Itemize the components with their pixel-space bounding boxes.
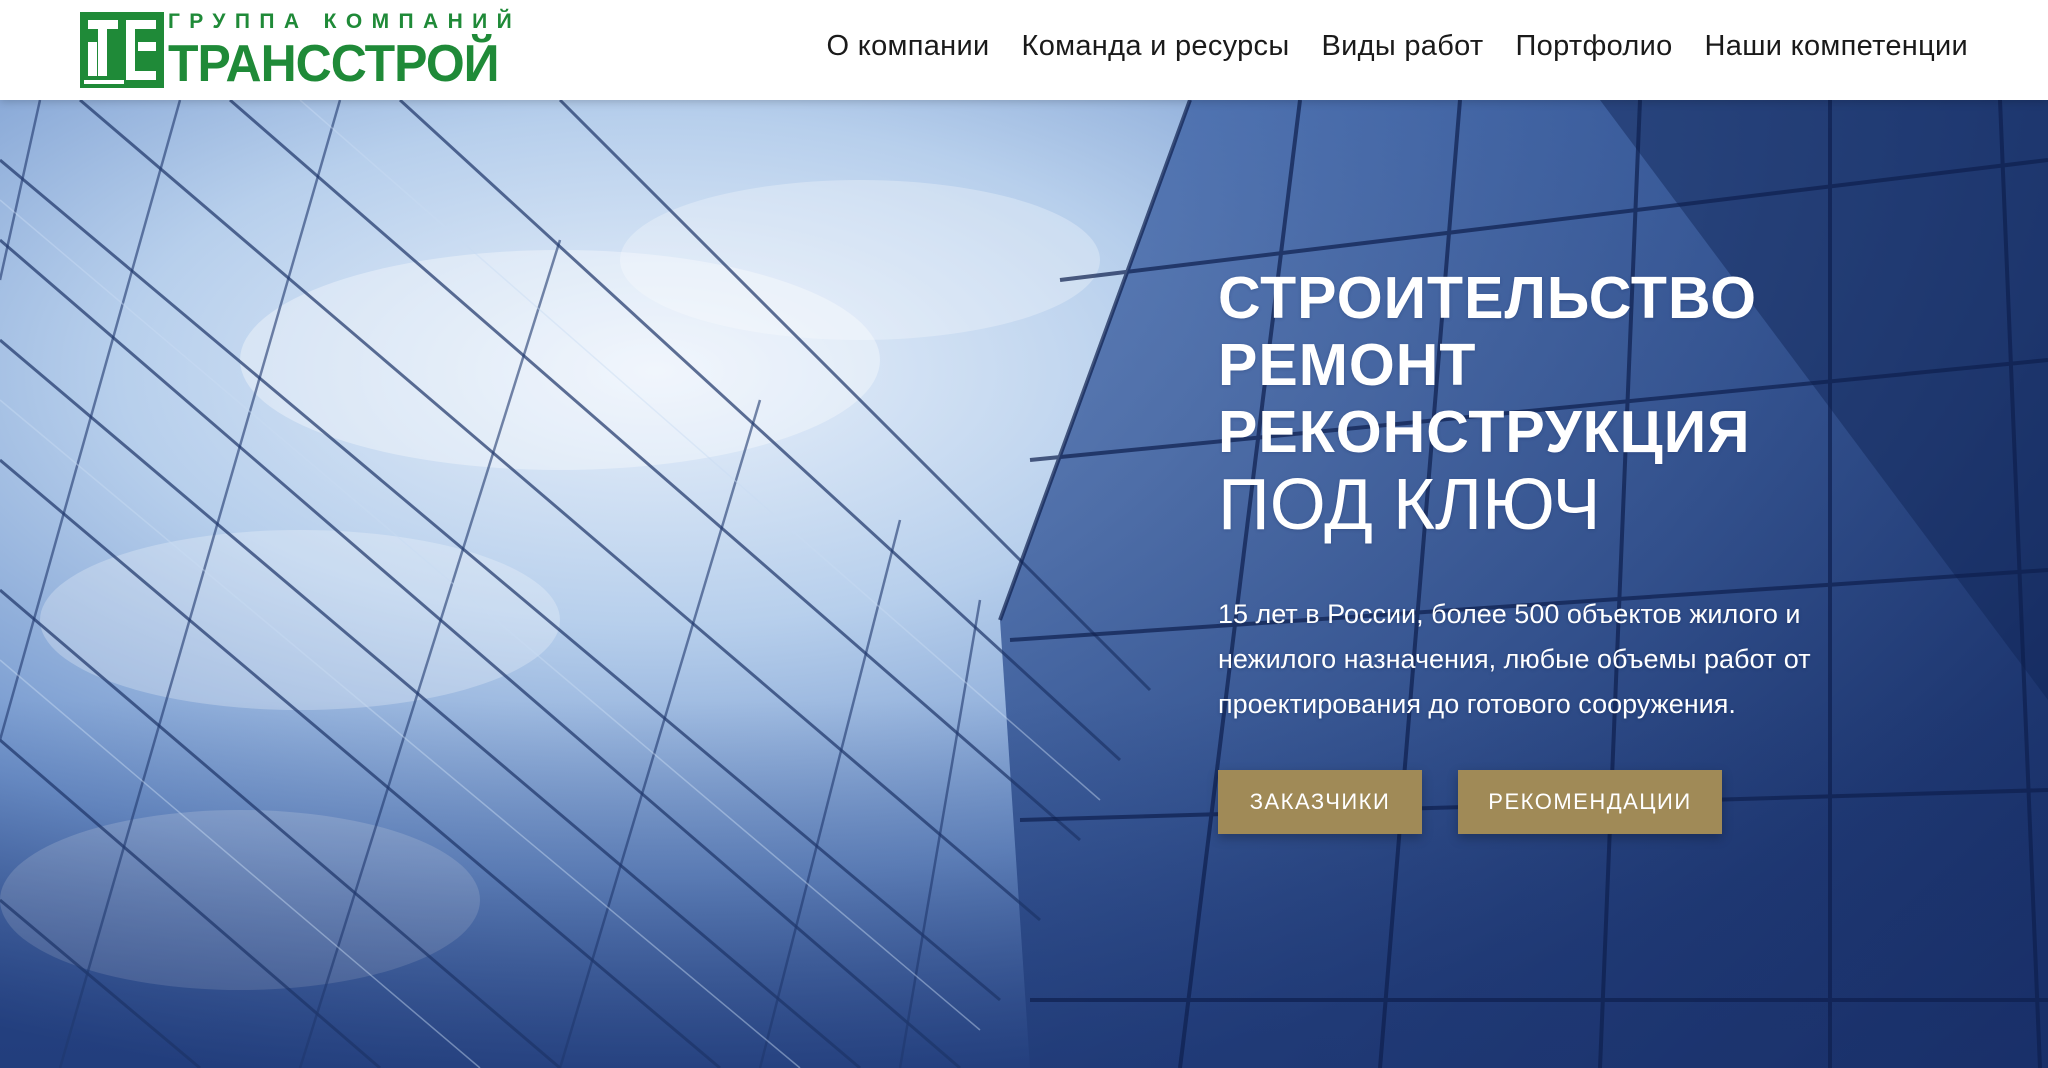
main-nav: О компании Команда и ресурсы Виды работ … xyxy=(827,0,1968,92)
hero-headline-line-1: СТРОИТЕЛЬСТВО xyxy=(1218,265,1757,331)
hero-headline-line-2: РЕМОНТ xyxy=(1218,332,1477,398)
customers-button[interactable]: ЗАКАЗЧИКИ xyxy=(1218,770,1422,834)
hero-description: 15 лет в России, более 500 объектов жило… xyxy=(1218,599,1811,719)
hero-buttons: ЗАКАЗЧИКИ РЕКОМЕНДАЦИИ xyxy=(1218,770,1722,834)
hero-text-block: СТРОИТЕЛЬСТВО РЕМОНТ РЕКОНСТРУКЦИЯ ПОД К… xyxy=(1218,265,1918,754)
logo-mark-icon xyxy=(80,12,164,88)
logo[interactable]: ГРУППА КОМПАНИЙ ТРАНССТРОЙ xyxy=(80,8,512,90)
nav-link-portfolio[interactable]: Портфолио xyxy=(1516,30,1673,63)
site-header: ГРУППА КОМПАНИЙ ТРАНССТРОЙ О компании Ко… xyxy=(0,0,2048,100)
nav-link-services[interactable]: Виды работ xyxy=(1321,30,1483,63)
hero-headline-turnkey: ПОД КЛЮЧ xyxy=(1218,465,1601,545)
nav-link-competencies[interactable]: Наши компетенции xyxy=(1705,30,1968,63)
recommendations-button[interactable]: РЕКОМЕНДАЦИИ xyxy=(1458,770,1722,834)
logo-tagline: ГРУППА КОМПАНИЙ xyxy=(168,10,522,33)
logo-name: ТРАНССТРОЙ xyxy=(168,35,500,93)
hero-section: СТРОИТЕЛЬСТВО РЕМОНТ РЕКОНСТРУКЦИЯ ПОД К… xyxy=(0,100,2048,1068)
hero-headline-line-3: РЕКОНСТРУКЦИЯ xyxy=(1218,399,1751,465)
nav-link-about[interactable]: О компании xyxy=(827,30,990,63)
nav-link-team[interactable]: Команда и ресурсы xyxy=(1022,30,1290,63)
